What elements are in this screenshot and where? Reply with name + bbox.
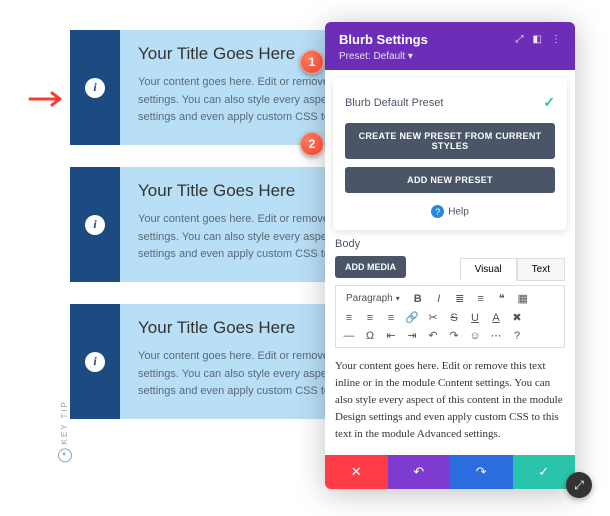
undo-icon[interactable]: ↶ [426, 329, 440, 342]
color-icon[interactable]: A [489, 312, 503, 324]
annotation-callout-2: 2 [300, 132, 324, 156]
cancel-button[interactable]: ✕ [325, 455, 388, 489]
snap-icon[interactable]: ◧ [533, 34, 542, 45]
editor-toolbar: Paragraph B I ≣ ≡ ❝ ▦ ≡ ≡ ≡ 🔗 ✂ S U A ✖ … [335, 285, 565, 348]
bold-icon[interactable]: B [411, 293, 425, 305]
align-center-icon[interactable]: ≡ [363, 312, 377, 324]
indent-icon[interactable]: ⇥ [405, 329, 419, 342]
expand-fab[interactable]: ⤢ [566, 472, 592, 498]
hr-icon[interactable]: — [342, 330, 356, 342]
italic-icon[interactable]: I [432, 293, 446, 305]
paragraph-select[interactable]: Paragraph [342, 291, 404, 306]
blurb-icon-strip: i [70, 30, 120, 145]
editor-content[interactable]: Your content goes here. Edit or remove t… [325, 348, 575, 455]
check-icon: ✓ [543, 94, 555, 111]
settings-panel: Blurb Settings ⤢ ◧ ⋮ Preset: Default ▾ B… [325, 22, 575, 489]
ul-icon[interactable]: ≣ [453, 292, 467, 305]
add-media-button[interactable]: ADD MEDIA [335, 256, 406, 278]
panel-title: Blurb Settings [339, 32, 428, 47]
quote-icon[interactable]: ❝ [495, 292, 509, 305]
red-arrow-annotation [28, 90, 64, 108]
info-icon: i [85, 352, 105, 372]
align-right-icon[interactable]: ≡ [384, 312, 398, 324]
preset-option[interactable]: Blurb Default Preset ✓ [345, 90, 555, 123]
create-preset-button[interactable]: CREATE NEW PRESET FROM CURRENT STYLES [345, 123, 555, 159]
unlink-icon[interactable]: ✂ [426, 311, 440, 324]
ol-icon[interactable]: ≡ [474, 293, 488, 305]
menu-icon[interactable]: ⋮ [551, 34, 561, 45]
info-icon: i [85, 78, 105, 98]
annotation-callout-1: 1 [300, 50, 324, 74]
strike-icon[interactable]: S [447, 312, 461, 324]
underline-icon[interactable]: U [468, 312, 482, 324]
help-icon: ? [431, 205, 444, 218]
preset-dropdown: Blurb Default Preset ✓ CREATE NEW PRESET… [333, 78, 567, 230]
body-field-label: Body [335, 238, 565, 250]
preset-dropdown-trigger[interactable]: Preset: Default ▾ [339, 51, 561, 62]
help-link[interactable]: ?Help [345, 201, 555, 218]
undo-button[interactable]: ↶ [388, 455, 451, 489]
tab-visual[interactable]: Visual [460, 258, 517, 281]
expand-icon[interactable]: ⤢ [516, 34, 524, 45]
blurb-icon-strip: i [70, 304, 120, 419]
outdent-icon[interactable]: ⇤ [384, 329, 398, 342]
toggle-icon[interactable]: ▦ [516, 292, 530, 305]
info-icon: i [85, 215, 105, 235]
add-preset-button[interactable]: ADD NEW PRESET [345, 167, 555, 193]
preset-name: Blurb Default Preset [345, 97, 443, 109]
char-icon[interactable]: Ω [363, 330, 377, 342]
clear-icon[interactable]: ✖ [510, 311, 524, 324]
link-icon[interactable]: 🔗 [405, 311, 419, 324]
more-icon[interactable]: ⋯ [489, 329, 503, 342]
redo-icon[interactable]: ↷ [447, 329, 461, 342]
align-left-icon[interactable]: ≡ [342, 312, 356, 324]
redo-button[interactable]: ↷ [450, 455, 513, 489]
panel-footer: ✕ ↶ ↷ ✓ [325, 455, 575, 489]
panel-header[interactable]: Blurb Settings ⤢ ◧ ⋮ Preset: Default ▾ [325, 22, 575, 70]
blurb-icon-strip: i [70, 167, 120, 282]
help-tool-icon[interactable]: ? [510, 330, 524, 342]
emoji-icon[interactable]: ☺ [468, 330, 482, 342]
tab-text[interactable]: Text [517, 258, 565, 281]
key-tip-badge: ✦KEY TIP [58, 400, 72, 462]
